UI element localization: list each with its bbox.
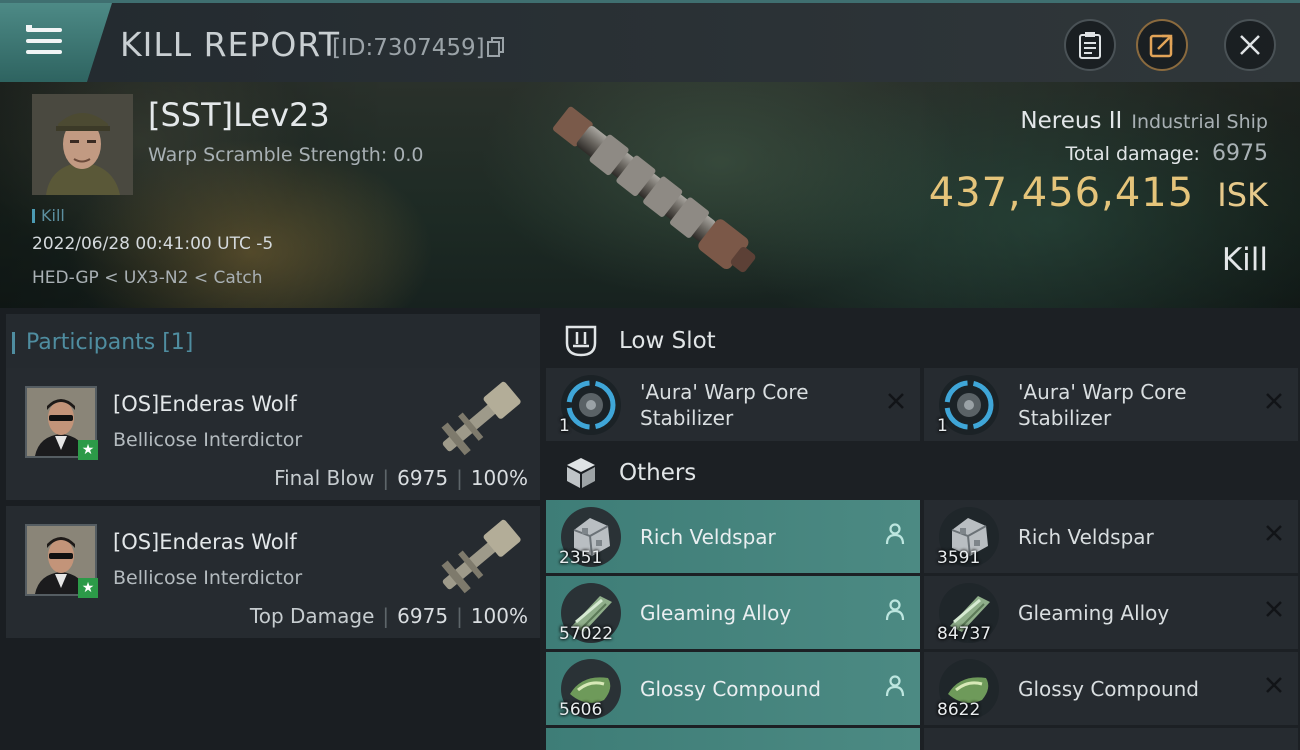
participant-card-top-damage[interactable]: ★ [OS]Enderas Wolf Bellicose Interdictor… — [6, 506, 540, 638]
participant-ship-image — [441, 381, 521, 456]
others-header: Others — [546, 444, 1300, 500]
participant-ship: Bellicose Interdictor — [113, 429, 303, 451]
report-id: [ID:7307459] — [332, 35, 485, 61]
total-damage: Total damage: 6975 — [1066, 141, 1268, 166]
ship-info: Nereus II Industrial Ship — [1020, 108, 1268, 134]
clipboard-button[interactable] — [1064, 19, 1116, 71]
cargo-item-destroyed[interactable]: 84737 Gleaming Alloy — [924, 576, 1298, 649]
item-name: 'Aura' Warp Core Stabilizer — [640, 379, 809, 431]
participant-damage: 6975 — [397, 466, 449, 490]
ship-image — [553, 106, 756, 273]
kill-tag: Kill — [32, 206, 65, 225]
item-name: Rich Veldspar — [640, 525, 776, 549]
participants-title: Participants [1] — [11, 330, 194, 355]
total-damage-label: Total damage: — [1065, 143, 1200, 165]
cargo-item-dropped[interactable]: 57022 Gleaming Alloy — [546, 576, 920, 649]
low-slot-item[interactable]: 1 'Aura' Warp Core Stabilizer — [546, 368, 920, 441]
item-quantity: 2351 — [559, 548, 603, 568]
kill-datetime: 2022/06/28 00:41:00 UTC -5 — [32, 234, 274, 254]
participant-stats: Final Blow | 6975 | 100% — [274, 466, 528, 490]
total-damage-value: 6975 — [1212, 141, 1268, 166]
cargo-item-destroyed[interactable] — [924, 728, 1298, 750]
others-label: Others — [619, 460, 697, 486]
victim-summary: [SST]Lev23 Warp Scramble Strength: 0.0 K… — [0, 82, 1300, 308]
item-name-line1: 'Aura' Warp Core — [1018, 380, 1187, 404]
share-icon — [1149, 34, 1173, 58]
item-name: Glossy Compound — [1018, 677, 1199, 701]
item-quantity: 1 — [937, 416, 948, 436]
item-name-line1: 'Aura' Warp Core — [640, 380, 809, 404]
participant-role: Top Damage — [249, 604, 375, 628]
cargo-item-dropped[interactable] — [546, 728, 920, 750]
isk-unit: ISK — [1217, 176, 1268, 214]
menu-button[interactable] — [0, 3, 112, 85]
kill-status: Kill — [1221, 242, 1268, 278]
ship-name[interactable]: Nereus II — [1020, 108, 1122, 134]
clipboard-icon — [1079, 32, 1101, 59]
victim-name[interactable]: [SST]Lev23 — [148, 96, 330, 134]
participant-percent: 100% — [470, 466, 528, 490]
star-icon: ★ — [78, 578, 98, 598]
low-slot-label: Low Slot — [619, 328, 716, 354]
top-bar: KILL REPORT [ID:7307459] — [0, 0, 1300, 85]
destroyed-icon — [1266, 525, 1282, 541]
copy-icon[interactable] — [487, 37, 505, 57]
warp-scramble-strength: Warp Scramble Strength: 0.0 — [148, 144, 424, 166]
share-button[interactable] — [1136, 19, 1188, 71]
item-quantity: 5606 — [559, 700, 603, 720]
isk-amount: 437,456,415 — [928, 170, 1195, 216]
low-slot-item[interactable]: 1 'Aura' Warp Core Stabilizer — [924, 368, 1298, 441]
close-icon — [1240, 35, 1260, 55]
participant-ship: Bellicose Interdictor — [113, 567, 303, 589]
item-name: Glossy Compound — [640, 677, 821, 701]
cargo-box-icon — [567, 458, 595, 488]
low-slot-icon — [565, 325, 597, 357]
person-icon — [885, 523, 905, 545]
item-name: Gleaming Alloy — [640, 601, 792, 625]
participant-name[interactable]: [OS]Enderas Wolf — [113, 392, 297, 416]
item-name-line2: Stabilizer — [1018, 406, 1112, 430]
menu-icon — [26, 25, 62, 54]
victim-portrait[interactable] — [32, 94, 133, 195]
item-name: 'Aura' Warp Core Stabilizer — [1018, 379, 1187, 431]
destroyed-icon — [1266, 601, 1282, 617]
participant-stats: Top Damage | 6975 | 100% — [249, 604, 528, 628]
low-slot-header: Low Slot — [546, 312, 1300, 368]
item-quantity: 57022 — [559, 624, 614, 644]
page-title: KILL REPORT — [120, 25, 340, 64]
participant-name[interactable]: [OS]Enderas Wolf — [113, 530, 297, 554]
participants-panel: Participants [1] ★ [OS]Enderas Wolf Bell… — [0, 308, 540, 750]
item-name: Gleaming Alloy — [1018, 601, 1170, 625]
location-route[interactable]: HED-GP < UX3-N2 < Catch — [32, 268, 263, 288]
close-button[interactable] — [1224, 19, 1276, 71]
participant-percent: 100% — [470, 604, 528, 628]
cargo-item-dropped[interactable]: 5606 Glossy Compound — [546, 652, 920, 725]
person-icon — [885, 675, 905, 697]
destroyed-icon — [1266, 677, 1282, 693]
ship-class: Industrial Ship — [1131, 111, 1268, 133]
cargo-item-destroyed[interactable]: 3591 Rich Veldspar — [924, 500, 1298, 573]
item-quantity: 1 — [559, 416, 570, 436]
item-name-line2: Stabilizer — [640, 406, 734, 430]
items-panel: Low Slot 1 'Aura' Warp Core Stabilizer 1… — [540, 308, 1300, 750]
participant-damage: 6975 — [397, 604, 449, 628]
destroyed-icon — [888, 393, 904, 409]
item-name: Rich Veldspar — [1018, 525, 1154, 549]
participants-header: Participants [1] — [6, 314, 540, 372]
cargo-item-destroyed[interactable]: 8622 Glossy Compound — [924, 652, 1298, 725]
destroyed-icon — [1266, 393, 1282, 409]
item-quantity: 84737 — [937, 624, 992, 644]
participant-role: Final Blow — [274, 466, 375, 490]
person-icon — [885, 599, 905, 621]
star-icon: ★ — [78, 440, 98, 460]
isk-value: 437,456,415 ISK — [929, 170, 1268, 216]
participant-card-final-blow[interactable]: ★ [OS]Enderas Wolf Bellicose Interdictor… — [6, 368, 540, 500]
participant-ship-image — [441, 519, 521, 594]
item-quantity: 3591 — [937, 548, 981, 568]
cargo-item-dropped[interactable]: 2351 Rich Veldspar — [546, 500, 920, 573]
item-quantity: 8622 — [937, 700, 981, 720]
